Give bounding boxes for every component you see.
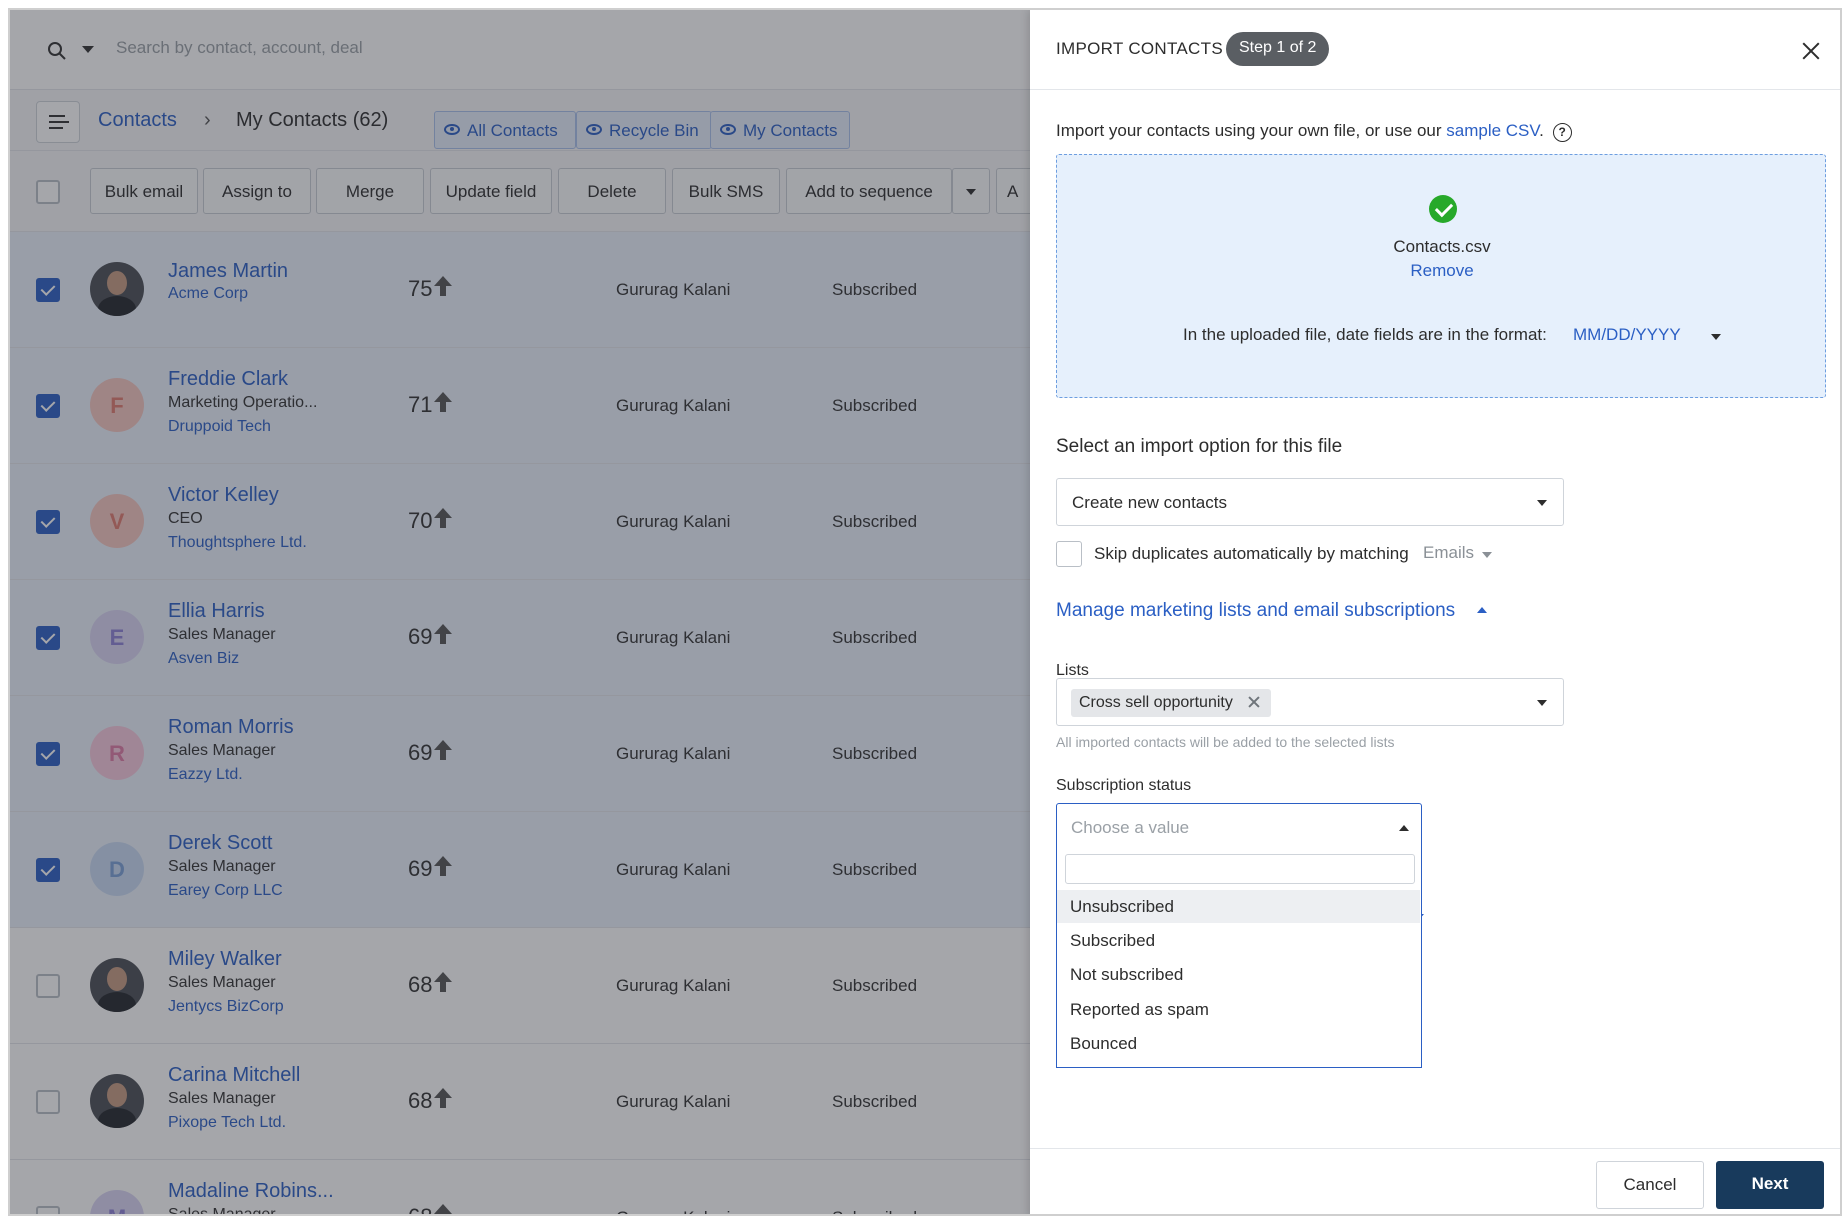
sample-csv-link[interactable]: sample CSV — [1446, 121, 1539, 140]
step-indicator-badge: Step 1 of 2 — [1226, 32, 1330, 66]
drawer-title: IMPORT CONTACTS — [1056, 39, 1223, 58]
window-frame: Search by contact, account, deal Contact… — [8, 8, 1842, 1216]
skip-duplicates-checkbox[interactable] — [1056, 541, 1082, 567]
contacts-app: Search by contact, account, deal Contact… — [10, 10, 1056, 1214]
drawer-header: IMPORT CONTACTS Step 1 of 2 — [1030, 10, 1840, 90]
manage-marketing-lists-toggle[interactable]: Manage marketing lists and email subscri… — [1056, 600, 1455, 622]
subscription-status-label: Subscription status — [1056, 777, 1192, 794]
lists-hint-text: All imported contacts will be added to t… — [1056, 734, 1395, 750]
uploaded-file-name: Contacts.csv — [1393, 237, 1491, 256]
import-contacts-drawer: IMPORT CONTACTS Step 1 of 2 Import your … — [1030, 10, 1840, 1214]
match-field-dropdown[interactable]: Emails — [1423, 543, 1474, 563]
dropdown-option-subscribed[interactable]: Subscribed — [1057, 924, 1420, 957]
subscription-status-select[interactable]: Choose a value — [1056, 803, 1422, 851]
help-icon[interactable]: ? — [1552, 123, 1572, 142]
dropdown-search-input[interactable] — [1065, 854, 1415, 884]
import-option-value: Create new contacts — [1072, 493, 1227, 512]
close-icon[interactable] — [1800, 40, 1822, 62]
import-option-select[interactable]: Create new contacts — [1056, 478, 1564, 526]
chevron-down-icon[interactable] — [1711, 334, 1721, 340]
dropdown-option-unsubscribed[interactable]: Unsubscribed — [1057, 890, 1420, 923]
chevron-up-icon[interactable] — [1477, 607, 1487, 613]
remove-file-link[interactable]: Remove — [1057, 261, 1827, 281]
chevron-down-icon — [1537, 500, 1547, 506]
subscription-status-dropdown: Unsubscribed Subscribed Not subscribed R… — [1056, 850, 1422, 1068]
next-button[interactable]: Next — [1716, 1161, 1824, 1209]
import-option-heading: Select an import option for this file — [1056, 436, 1343, 457]
dropdown-option-not-subscribed[interactable]: Not subscribed — [1057, 958, 1420, 991]
chevron-up-icon — [1399, 825, 1409, 831]
date-format-dropdown[interactable]: MM/DD/YYYY — [1573, 325, 1681, 345]
modal-backdrop[interactable] — [10, 10, 1030, 1214]
subscription-status-placeholder: Choose a value — [1071, 818, 1190, 837]
upload-success-check-icon — [1429, 195, 1457, 223]
remove-chip-icon[interactable] — [1247, 695, 1261, 709]
import-intro-text: Import your contacts using your own file… — [1056, 121, 1572, 142]
skip-duplicates-label: Skip duplicates automatically by matchin… — [1094, 544, 1409, 563]
list-chip: Cross sell opportunity — [1071, 689, 1271, 717]
file-drop-zone[interactable]: Contacts.csv Remove In the uploaded file… — [1056, 154, 1826, 398]
cancel-button[interactable]: Cancel — [1596, 1161, 1704, 1209]
dropdown-option-bounced[interactable]: Bounced — [1057, 1027, 1420, 1060]
chevron-down-icon[interactable] — [1482, 552, 1492, 558]
date-format-label: In the uploaded file, date fields are in… — [1183, 325, 1547, 344]
dropdown-option-reported-as-spam[interactable]: Reported as spam — [1057, 993, 1420, 1026]
drawer-footer: Cancel Next — [1030, 1148, 1840, 1214]
chevron-down-icon — [1537, 700, 1547, 706]
lists-multiselect[interactable]: Cross sell opportunity — [1056, 678, 1564, 726]
